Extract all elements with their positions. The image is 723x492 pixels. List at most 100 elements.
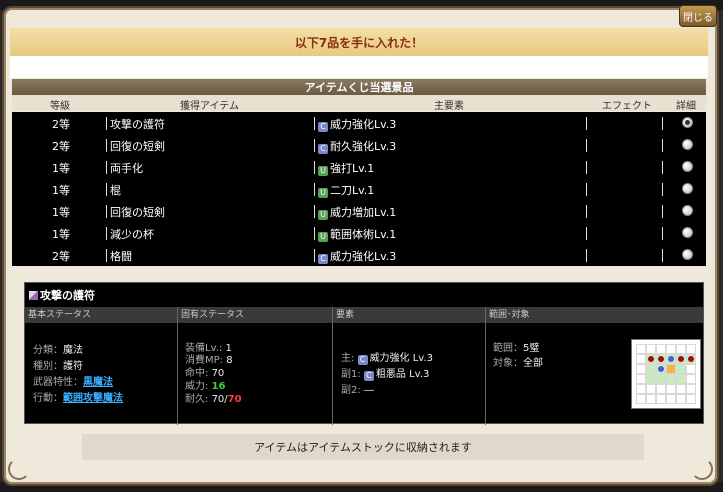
- detail-radio[interactable]: [682, 161, 693, 172]
- rarity-badge-icon: C: [318, 254, 328, 264]
- trait-link[interactable]: 黒魔法: [83, 377, 113, 388]
- cell-divider: [314, 249, 315, 262]
- range-grid-cell: [646, 364, 656, 374]
- own-durability: 耐久: 70/70: [185, 394, 242, 405]
- cell-divider: [586, 205, 587, 218]
- basic-trait: 武器特性：黒魔法: [33, 377, 113, 388]
- range-grid-diagram: [631, 339, 701, 409]
- rarity-badge-icon: C: [318, 122, 328, 132]
- column-divider: [485, 307, 486, 425]
- range-grid-cell: [656, 394, 666, 404]
- close-button[interactable]: 閉じる: [679, 5, 717, 27]
- cell-divider: [314, 139, 315, 152]
- cell-divider: [586, 139, 587, 152]
- cell-divider: [314, 205, 315, 218]
- rarity-badge-icon: C: [318, 144, 328, 154]
- column-divider: [177, 307, 178, 425]
- prize-table: 2等 攻撃の護符 C 威力強化Lv.3 2等 回復の短剣 C 耐久強化Lv.3 1等 両手化 U 強打…: [12, 112, 706, 266]
- action-link[interactable]: 範囲攻撃魔法: [63, 393, 123, 404]
- range-grid-cell: [676, 394, 686, 404]
- cell-divider: [106, 183, 107, 196]
- row-rank: 2等: [52, 118, 70, 131]
- detail-radio[interactable]: [682, 139, 693, 150]
- prize-row: 1等 回復の短剣 U 威力増加Lv.1: [12, 200, 706, 222]
- prize-row: 2等 回復の短剣 C 耐久強化Lv.3: [12, 134, 706, 156]
- cell-divider: [662, 117, 663, 130]
- row-item: 回復の短剣: [110, 140, 165, 153]
- row-item: 格闘: [110, 250, 132, 263]
- range-grid-cell: [666, 374, 676, 384]
- prize-row: 1等 棍 U 二刀Lv.1: [12, 178, 706, 200]
- range-grid-cell: [636, 364, 646, 374]
- detail-radio[interactable]: [682, 249, 693, 260]
- row-rank: 2等: [52, 140, 70, 153]
- cell-divider: [586, 183, 587, 196]
- cell-divider: [662, 205, 663, 218]
- range-grid-cell: [666, 384, 676, 394]
- range-grid-cell: [646, 344, 656, 354]
- cell-divider: [106, 161, 107, 174]
- row-element: C 威力強化Lv.3: [318, 248, 396, 264]
- basic-action: 行動：範囲攻撃魔法: [33, 393, 123, 404]
- row-rank: 1等: [52, 228, 70, 241]
- cell-divider: [314, 183, 315, 196]
- range-grid-cell: [666, 344, 676, 354]
- result-message: 以下7品を手に入れた！: [10, 28, 708, 56]
- cell-divider: [586, 227, 587, 240]
- range-grid-cell: [656, 344, 666, 354]
- cell-divider: [662, 139, 663, 152]
- row-item: 両手化: [110, 162, 143, 175]
- cell-divider: [106, 139, 107, 152]
- detail-radio[interactable]: [682, 227, 693, 238]
- cell-divider: [314, 117, 315, 130]
- common-badge-icon: C: [363, 371, 374, 381]
- target-dot-icon: [688, 356, 694, 362]
- range-grid-cell: [636, 384, 646, 394]
- range-grid-cell: [676, 374, 686, 384]
- range-grid-cell: [656, 374, 666, 384]
- detail-radio[interactable]: [682, 117, 693, 128]
- prize-row: 1等 両手化 U 強打Lv.1: [12, 156, 706, 178]
- row-rank: 2等: [52, 250, 70, 263]
- cell-divider: [662, 183, 663, 196]
- footer-message: アイテムはアイテムストックに収納されます: [82, 434, 644, 460]
- detail-radio[interactable]: [682, 183, 693, 194]
- detail-title: 攻撃の護符: [29, 287, 95, 303]
- cell-divider: [106, 227, 107, 240]
- range-grid-cell: [646, 384, 656, 394]
- range-grid-cell: [666, 364, 676, 374]
- row-item: 減少の杯: [110, 228, 154, 241]
- basic-status-header: 基本ステータス: [25, 307, 177, 323]
- header-item: 獲得アイテム: [180, 101, 239, 112]
- rarity-badge-icon: U: [318, 210, 328, 220]
- range-grid-cell: [676, 384, 686, 394]
- common-badge-icon: C: [357, 355, 368, 365]
- range-grid-cell: [666, 394, 676, 404]
- row-element: U 範囲体術Lv.1: [318, 226, 396, 242]
- range-grid-cell: [686, 364, 696, 374]
- prize-row: 2等 攻撃の護符 C 威力強化Lv.3: [12, 112, 706, 134]
- range-grid-cell: [686, 384, 696, 394]
- basic-class: 分類：魔法: [33, 345, 83, 356]
- header-element: 主要素: [434, 101, 464, 112]
- cell-divider: [314, 161, 315, 174]
- corner-ornament-icon: [691, 458, 713, 480]
- range-value: 範囲：5璧: [493, 343, 540, 354]
- range-grid-cell: [686, 344, 696, 354]
- range-grid-cell: [686, 394, 696, 404]
- own-status-header: 固有ステータス: [178, 307, 332, 323]
- cell-divider: [662, 249, 663, 262]
- cell-divider: [106, 117, 107, 130]
- prize-table-header: 等級 獲得アイテム 主要素 エフェクト 詳細: [12, 95, 706, 112]
- item-detail-panel: 攻撃の護符 基本ステータス 固有ステータス 要素 範囲･対象 分類：魔法 種別：…: [24, 282, 704, 425]
- row-rank: 1等: [52, 162, 70, 175]
- corner-ornament-icon: [8, 458, 30, 480]
- detail-radio[interactable]: [682, 205, 693, 216]
- element-sub2: 副2: ―: [341, 385, 374, 396]
- prize-row: 1等 減少の杯 U 範囲体術Lv.1: [12, 222, 706, 244]
- row-element: C 耐久強化Lv.3: [318, 138, 396, 154]
- message-spacer: [10, 56, 708, 78]
- rarity-badge-icon: U: [318, 166, 328, 176]
- element-sub1: 副1: C 粗悪品 Lv.3: [341, 369, 430, 381]
- target-dot-icon: [678, 356, 684, 362]
